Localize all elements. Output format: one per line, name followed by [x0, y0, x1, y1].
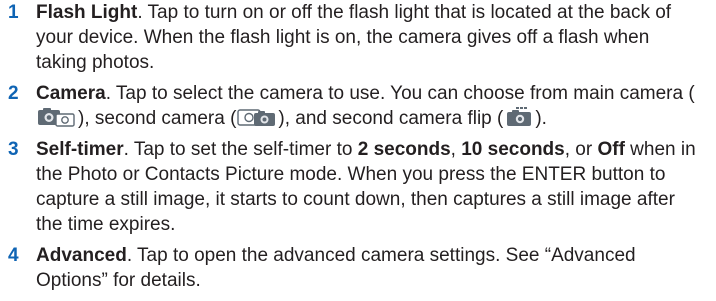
item-description: . Tap to open the advanced camera settin… — [36, 245, 636, 291]
item-description: . Tap to set the self-timer to — [123, 139, 358, 160]
item-term: Camera — [36, 83, 106, 104]
item-number: 3 — [8, 139, 19, 160]
second-camera-icon — [237, 107, 277, 127]
item-description: ), second camera ( — [78, 108, 237, 129]
list-item-flash-light: 1 Flash Light. Tap to turn on or off the… — [0, 0, 691, 75]
list-item-camera: 2 Camera. Tap to select the camera to us… — [0, 81, 703, 131]
item-number: 1 — [8, 2, 19, 23]
second-camera-flip-icon — [504, 107, 534, 127]
item-term: Self-timer — [36, 139, 124, 160]
item-description: , or — [564, 139, 598, 160]
timer-option-off: Off — [597, 139, 625, 160]
item-description: . Tap to select the camera to use. You c… — [105, 83, 695, 104]
item-description: ). — [535, 108, 547, 129]
item-number: 2 — [8, 83, 19, 104]
main-camera-icon — [37, 107, 77, 127]
timer-option-10-seconds: 10 seconds — [461, 139, 565, 160]
timer-option-2-seconds: 2 seconds — [357, 139, 451, 160]
list-item-self-timer: 3 Self-timer. Tap to set the self-timer … — [0, 137, 706, 237]
list-item-advanced: 4 Advanced. Tap to open the advanced cam… — [0, 243, 636, 293]
camera-controls-list: 1 Flash Light. Tap to turn on or off the… — [0, 0, 716, 299]
item-term: Flash Light — [36, 2, 138, 23]
item-description: , — [450, 139, 462, 160]
item-term: Advanced — [36, 245, 127, 266]
item-number: 4 — [8, 245, 19, 266]
item-description: ), and second camera flip ( — [278, 108, 504, 129]
